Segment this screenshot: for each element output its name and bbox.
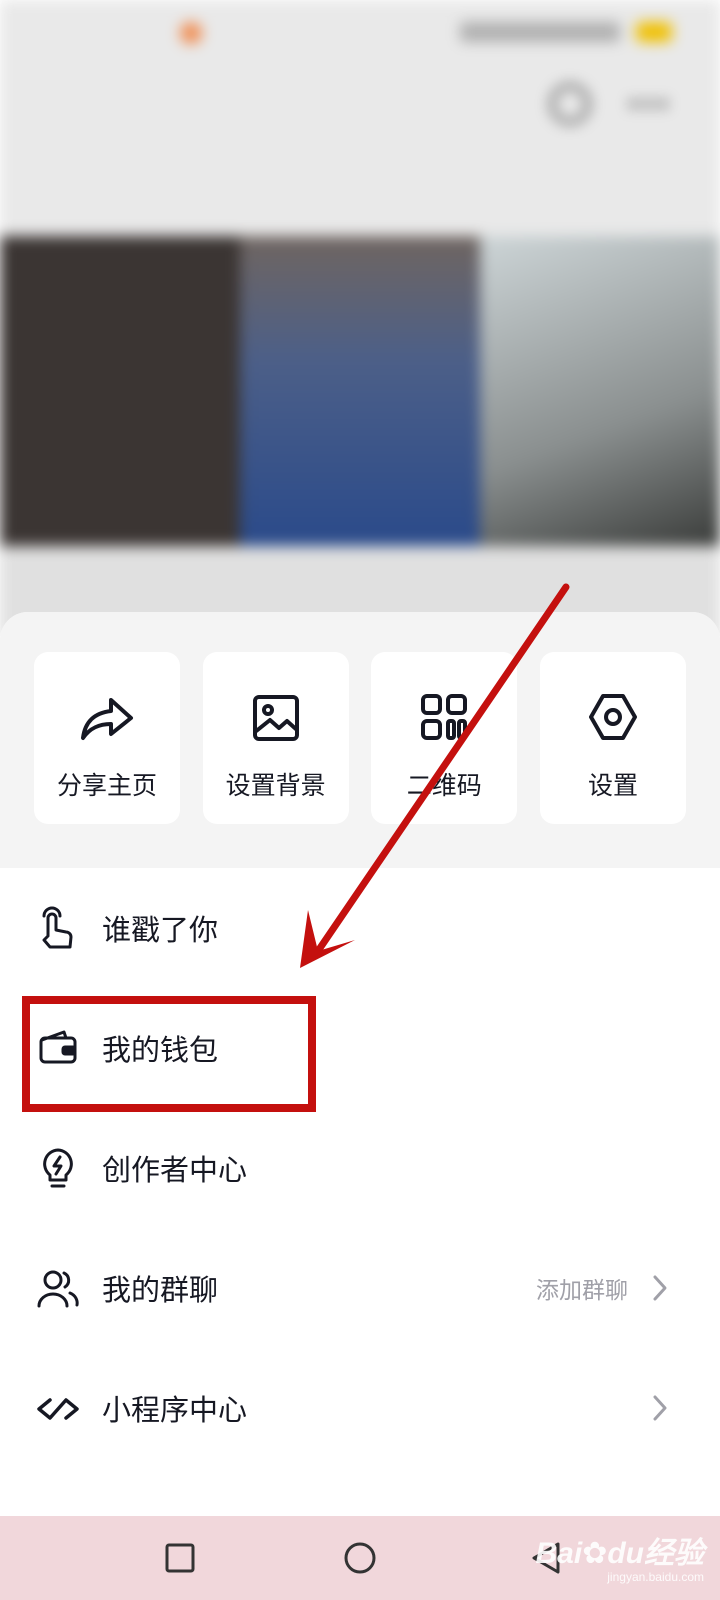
menu-item-label: 小程序中心 (102, 1395, 248, 1427)
chevron-right-icon (653, 1275, 667, 1301)
watermark-url: jingyan.baidu.com (607, 1570, 704, 1584)
menu-item-label: 创作者中心 (102, 1155, 248, 1187)
group-users-icon (37, 1270, 79, 1308)
annotation-arrow (300, 583, 570, 968)
watermark-logo: Bai✿du经验 jingyan.baidu.com (536, 1528, 704, 1584)
watermark-brand: Bai (535, 1537, 583, 1570)
highlight-box (22, 996, 316, 1112)
home-icon[interactable] (342, 1540, 378, 1576)
chevron-right-icon (653, 1395, 667, 1421)
paw-icon: ✿ (582, 1537, 608, 1570)
watermark-suffix: 经验 (644, 1537, 704, 1570)
menu-item-my-group-chats[interactable]: 我的群聊 添加群聊 (0, 1228, 720, 1348)
add-group-chat-link[interactable]: 添加群聊 (536, 1271, 628, 1305)
lightbulb-icon (43, 1148, 73, 1188)
menu-item-mini-program-center[interactable]: 小程序中心 (0, 1348, 720, 1468)
mini-program-icon (37, 1398, 79, 1420)
recent-apps-icon[interactable] (162, 1540, 198, 1576)
system-navigation-bar: Bai✿du经验 jingyan.baidu.com (0, 1516, 720, 1600)
watermark-brand-2: du (607, 1537, 644, 1570)
menu-item-creator-center[interactable]: 创作者中心 (0, 1108, 720, 1228)
menu-item-label: 我的群聊 (102, 1275, 219, 1307)
